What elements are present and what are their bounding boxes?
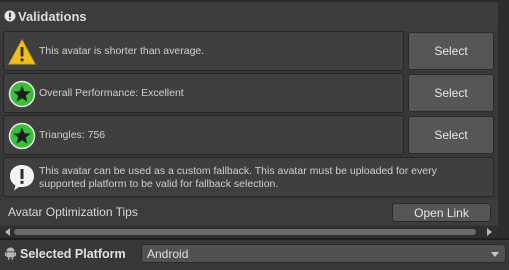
platform-dropdown-value: Android (147, 247, 189, 261)
optimization-tips-row: Avatar Optimization Tips Open Link (0, 200, 498, 225)
section-title: Validations (18, 9, 87, 24)
horizontal-scrollbar[interactable] (0, 226, 498, 238)
validation-message: This avatar is shorter than average. (39, 45, 205, 57)
fallback-info-box: This avatar can be used as a custom fall… (3, 157, 494, 197)
validation-row-performance: Overall Performance: Excellent (3, 73, 404, 113)
scroll-right-icon[interactable] (487, 228, 492, 236)
optimization-tips-label: Avatar Optimization Tips (8, 205, 138, 219)
star-badge-icon (8, 122, 36, 150)
star-badge-icon (8, 80, 36, 108)
select-button[interactable]: Select (408, 74, 494, 112)
validation-row-triangles: Triangles: 756 (3, 115, 404, 155)
top-divider (0, 0, 498, 2)
info-small-icon (4, 9, 16, 22)
validation-message: Overall Performance: Excellent (39, 87, 184, 99)
validations-panel: Validations This avatar is shorter than … (0, 0, 509, 270)
select-button[interactable]: Select (408, 116, 494, 154)
fallback-info-text: This avatar can be used as a custom fall… (39, 165, 437, 190)
scrollbar-thumb[interactable] (14, 229, 476, 235)
chevron-down-icon (491, 252, 499, 257)
vertical-scrollbar-track[interactable] (500, 0, 507, 238)
vertical-scrollbar[interactable] (498, 0, 509, 238)
select-button[interactable]: Select (408, 32, 494, 70)
validation-message: Triangles: 756 (39, 129, 106, 141)
android-icon (5, 247, 16, 260)
selected-platform-label: Selected Platform (20, 247, 126, 261)
platform-dropdown[interactable]: Android (141, 244, 506, 263)
validations-header[interactable]: Validations (0, 0, 498, 31)
warning-icon (8, 38, 36, 66)
open-link-button[interactable]: Open Link (392, 203, 491, 222)
info-icon (8, 163, 36, 191)
validation-row-height: This avatar is shorter than average. (3, 31, 404, 71)
platform-footer: Selected Platform Android (0, 240, 509, 270)
scroll-left-icon[interactable] (5, 228, 10, 236)
